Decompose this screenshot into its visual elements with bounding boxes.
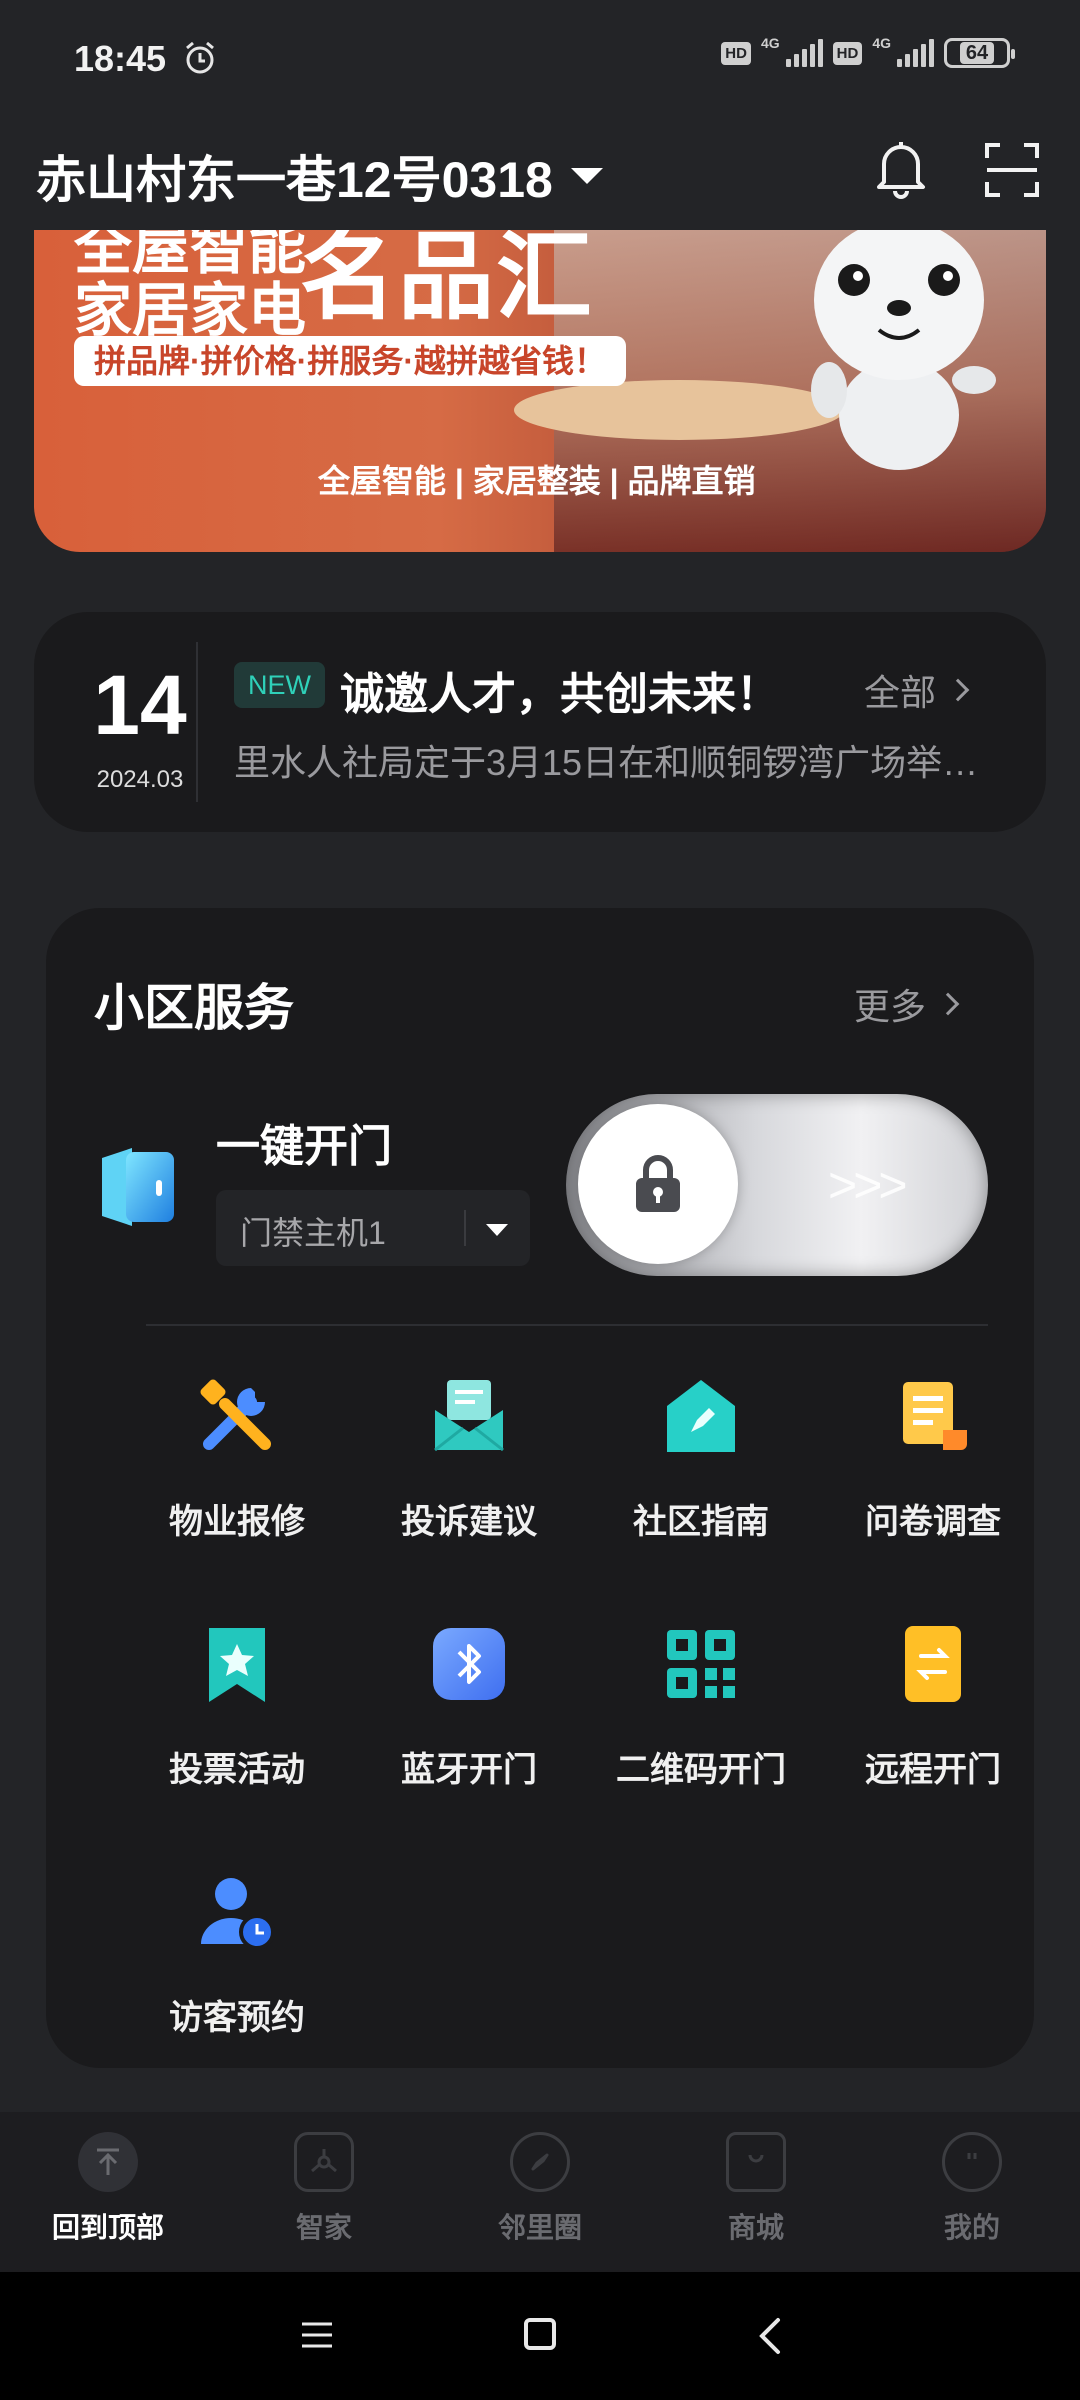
- service-label: 社区指南: [633, 1503, 769, 1541]
- nav-label: 我的: [943, 2212, 1000, 2243]
- nav-label: 智家: [295, 2212, 352, 2243]
- menu-icon[interactable]: [300, 2320, 334, 2350]
- new-badge: NEW: [234, 662, 325, 708]
- promo-banner[interactable]: 全屋智能 家居家电 名品汇 拼品牌·拼价格·拼服务·越拼越省钱！ 全屋智能 | …: [34, 230, 1046, 552]
- back-icon[interactable]: [756, 2316, 786, 2356]
- bell-icon[interactable]: [872, 138, 930, 200]
- service-label: 二维码开门: [616, 1751, 786, 1789]
- banner-headline: 名品汇: [300, 230, 594, 331]
- arrow-to-top-icon: [97, 2148, 119, 2175]
- banner-slogan: 拼品牌·拼价格·拼服务·越拼越省钱！: [74, 336, 626, 386]
- alarm-icon: [186, 41, 214, 74]
- nav-label: 邻里圈: [497, 2212, 582, 2243]
- compass-house-icon: [667, 1380, 735, 1452]
- slider-arrows-icon: >>>: [828, 1157, 908, 1213]
- service-item-complaint[interactable]: 投诉建议: [352, 1368, 586, 1588]
- smart-home-icon: [311, 2149, 337, 2173]
- address-selector[interactable]: 赤山村东一巷12号0318: [36, 140, 603, 212]
- signal-icon: [785, 39, 823, 67]
- lock-icon: [636, 1155, 680, 1212]
- select-divider: [464, 1210, 466, 1246]
- qr-code-icon: [667, 1630, 735, 1698]
- notice-all-label: 全部: [864, 672, 937, 713]
- status-bar: 18:45 HD 4G HD 4G 64: [0, 0, 1080, 118]
- app-header: 赤山村东一巷12号0318: [0, 118, 1080, 230]
- envelope-icon: [434, 1380, 504, 1452]
- notice-card[interactable]: 14 2024.03 NEW 诚邀人才，共创未来！ 全部 里水人社局定于3月15…: [34, 612, 1046, 832]
- banner-footer: 全屋智能 | 家居整装 | 品牌直销: [318, 463, 756, 499]
- wrench-screwdriver-icon: [200, 1379, 271, 1450]
- service-item-bluetooth[interactable]: 蓝牙开门: [352, 1616, 586, 1836]
- services-divider: [146, 1324, 988, 1326]
- nav-smart-home[interactable]: 智家: [234, 2132, 414, 2246]
- hd-badge: HD: [832, 41, 863, 65]
- battery-icon: 64: [944, 38, 1015, 68]
- door-icon: [102, 1148, 174, 1226]
- nav-neighborhood[interactable]: 邻里圈: [450, 2132, 630, 2246]
- service-label: 远程开门: [865, 1751, 1001, 1789]
- notice-title: 诚邀人才，共创未来！: [340, 670, 780, 719]
- services-more-label: 更多: [854, 986, 927, 1027]
- network-type: 4G: [872, 35, 891, 51]
- user-clock-icon: [201, 1878, 275, 1950]
- nav-label: 商城: [727, 2212, 784, 2243]
- bluetooth-icon: [433, 1628, 505, 1700]
- service-label: 访客预约: [169, 1999, 305, 2037]
- services-more-link[interactable]: 更多: [854, 978, 960, 1030]
- bookmark-star-icon: [209, 1628, 265, 1702]
- community-services-card: 小区服务 更多 一键开门 门禁主机1 >>> 物业报修 投诉建议 社区指南 问卷…: [46, 908, 1034, 2068]
- nav-label: 回到顶部: [51, 2212, 164, 2243]
- chevron-right-icon: [946, 678, 970, 702]
- nav-mall[interactable]: 商城: [666, 2132, 846, 2246]
- service-item-survey[interactable]: 问卷调查: [816, 1368, 1050, 1588]
- services-title: 小区服务: [94, 980, 294, 1036]
- system-navigation-bar: [0, 2272, 1080, 2400]
- banner-title: 全屋智能 家居家电: [74, 230, 307, 343]
- service-label: 蓝牙开门: [401, 1751, 537, 1789]
- shopping-bag-icon: [748, 2154, 764, 2163]
- battery-level: 64: [959, 42, 995, 64]
- hd-badge: HD: [721, 41, 751, 65]
- service-label: 投票活动: [169, 1751, 305, 1789]
- caret-down-icon: [570, 168, 603, 184]
- nav-profile[interactable]: 我的: [882, 2132, 1062, 2246]
- service-label: 投诉建议: [401, 1503, 537, 1541]
- service-item-guide[interactable]: 社区指南: [584, 1368, 818, 1588]
- bottom-nav: 回到顶部 智家 邻里圈 商城 我的: [0, 2112, 1080, 2272]
- phone-transfer-icon: [905, 1626, 961, 1702]
- home-icon[interactable]: [524, 2318, 556, 2350]
- notice-day: 14: [93, 658, 187, 752]
- unlock-slider[interactable]: >>>: [566, 1094, 988, 1276]
- one-tap-door-title: 一键开门: [216, 1122, 392, 1171]
- compass-icon: [531, 2153, 549, 2171]
- mascot-image: [811, 230, 996, 470]
- notice-month: 2024.03: [96, 766, 184, 793]
- notice-divider: [196, 642, 198, 802]
- chevron-right-icon: [936, 992, 960, 1016]
- scan-icon[interactable]: [984, 142, 1040, 198]
- notice-all-link[interactable]: 全部: [864, 664, 970, 716]
- profile-icon: [967, 2153, 977, 2159]
- service-label: 物业报修: [169, 1503, 305, 1541]
- service-item-repair[interactable]: 物业报修: [120, 1368, 354, 1588]
- service-label: 问卷调查: [865, 1503, 1001, 1541]
- door-device-label: 门禁主机1: [240, 1215, 386, 1251]
- service-item-visitor[interactable]: 访客预约: [120, 1864, 354, 2084]
- notice-subtitle: 里水人社局定于3月15日在和顺铜锣湾广场举办招聘会: [234, 742, 994, 783]
- status-indicators: HD 4G HD 4G 64: [721, 35, 1015, 68]
- document-icon: [903, 1382, 967, 1450]
- status-time: 18:45: [74, 38, 167, 79]
- slider-knob[interactable]: [578, 1104, 738, 1264]
- network-type: 4G: [760, 35, 780, 51]
- service-item-remote[interactable]: 远程开门: [816, 1616, 1050, 1836]
- service-item-vote[interactable]: 投票活动: [120, 1616, 354, 1836]
- address-label: 赤山村东一巷12号0318: [36, 152, 553, 208]
- service-item-qrcode[interactable]: 二维码开门: [584, 1616, 818, 1836]
- caret-down-icon: [486, 1224, 508, 1236]
- door-device-select[interactable]: 门禁主机1: [216, 1190, 530, 1266]
- nav-back-to-top[interactable]: 回到顶部: [18, 2132, 198, 2246]
- signal-icon: [897, 39, 934, 67]
